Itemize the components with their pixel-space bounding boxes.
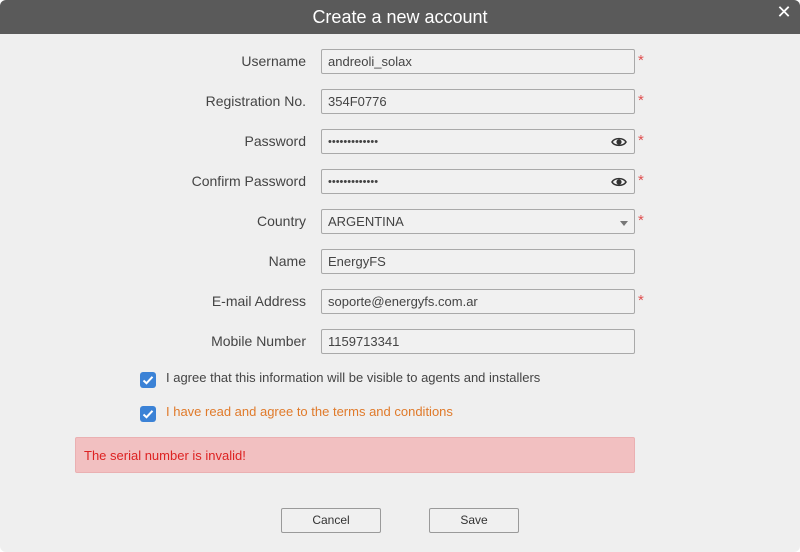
country-select[interactable]: ARGENTINA: [321, 209, 635, 234]
visibility-agreement-checkbox[interactable]: [140, 372, 156, 388]
error-message: The serial number is invalid!: [84, 448, 246, 463]
create-account-dialog: Create a new account ✕ Username * Regist…: [0, 0, 800, 552]
country-select-value: ARGENTINA: [328, 214, 404, 229]
eye-icon[interactable]: [611, 175, 627, 189]
close-icon[interactable]: ✕: [775, 2, 793, 22]
required-marker: *: [638, 52, 644, 69]
password-row: Password *: [0, 129, 800, 155]
visibility-agreement-label: I agree that this information will be vi…: [166, 370, 541, 385]
registration-row: Registration No. *: [0, 89, 800, 115]
password-input[interactable]: [321, 129, 635, 154]
chevron-down-icon[interactable]: [620, 221, 628, 226]
registration-input[interactable]: [321, 89, 635, 114]
eye-icon[interactable]: [611, 135, 627, 149]
email-row: E-mail Address *: [0, 289, 800, 315]
required-marker: *: [638, 212, 644, 229]
dialog-title: Create a new account: [312, 7, 488, 27]
username-label: Username: [241, 53, 306, 69]
check-icon: [142, 410, 154, 419]
mobile-label: Mobile Number: [211, 333, 306, 349]
mobile-input[interactable]: [321, 329, 635, 354]
required-marker: *: [638, 92, 644, 109]
terms-agreement-checkbox[interactable]: [140, 406, 156, 422]
dialog-titlebar: Create a new account ✕: [0, 0, 800, 34]
name-label: Name: [268, 253, 306, 269]
confirm-password-label: Confirm Password: [191, 173, 306, 189]
password-label: Password: [244, 133, 306, 149]
username-row: Username *: [0, 49, 800, 75]
error-message-box: The serial number is invalid!: [75, 437, 635, 473]
required-marker: *: [638, 132, 644, 149]
mobile-row: Mobile Number: [0, 329, 800, 355]
confirm-password-row: Confirm Password *: [0, 169, 800, 195]
terms-link[interactable]: I have read and agree to the terms and c…: [166, 404, 453, 419]
save-button[interactable]: Save: [429, 508, 519, 533]
cancel-button[interactable]: Cancel: [281, 508, 381, 533]
name-row: Name: [0, 249, 800, 275]
email-input[interactable]: [321, 289, 635, 314]
country-label: Country: [256, 213, 306, 229]
country-row: Country ARGENTINA *: [0, 209, 800, 235]
confirm-password-input[interactable]: [321, 169, 635, 194]
required-marker: *: [638, 172, 644, 189]
name-input[interactable]: [321, 249, 635, 274]
check-icon: [142, 376, 154, 385]
email-label: E-mail Address: [211, 293, 306, 309]
registration-label: Registration No.: [205, 93, 306, 109]
username-input[interactable]: [321, 49, 635, 74]
required-marker: *: [638, 292, 644, 309]
